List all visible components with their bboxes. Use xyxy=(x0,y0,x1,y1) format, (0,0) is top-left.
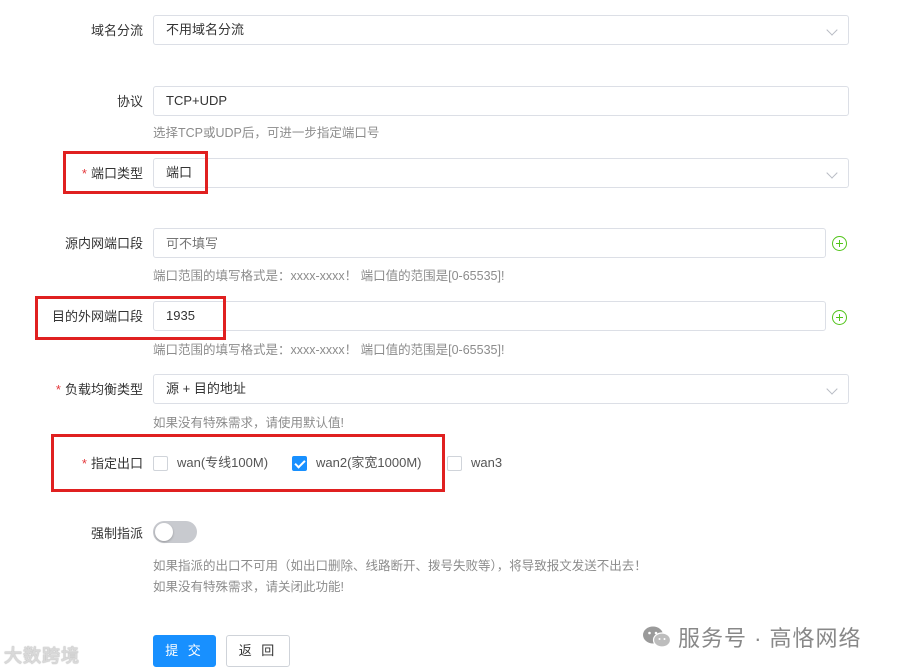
outlet-checkbox-wan3[interactable] xyxy=(447,456,462,471)
domain-split-label: 域名分流 xyxy=(90,23,143,38)
force-hint-1: 如果指派的出口不可用（如出口删除、线路断开、拨号失败等），将导致报文发送不出去！ xyxy=(153,559,647,573)
outlet-label-wan3: wan3 xyxy=(471,455,503,470)
lb-type-hint: 如果没有特殊需求，请使用默认值! xyxy=(153,416,344,430)
force-hint-2: 如果没有特殊需求，请关闭此功能! xyxy=(153,580,344,594)
watermark-right: 服务号 · 高恪网络 xyxy=(642,620,862,654)
highlight-box-dst-port xyxy=(35,296,226,340)
domain-split-select[interactable]: 不用域名分流 xyxy=(153,15,849,45)
add-circle-icon[interactable] xyxy=(832,236,847,251)
src-port-label: 源内网端口段 xyxy=(64,236,143,251)
force-toggle[interactable] xyxy=(153,521,197,543)
add-circle-icon[interactable] xyxy=(832,310,847,325)
chevron-down-icon xyxy=(826,383,838,395)
force-label: 强制指派 xyxy=(90,526,143,541)
highlight-box-outlet xyxy=(51,434,445,492)
protocol-hint: 选择TCP或UDP后，可进一步指定端口号 xyxy=(153,126,380,140)
submit-button[interactable]: 提 交 xyxy=(153,635,216,667)
watermark-left: 大数跨境 xyxy=(4,646,80,666)
watermark-right-text: 服务号 · 高恪网络 xyxy=(678,626,862,651)
dst-port-input[interactable]: 1935 xyxy=(153,301,826,331)
chevron-down-icon xyxy=(826,24,838,36)
required-mark: * xyxy=(55,382,61,397)
dst-port-hint: 端口范围的填写格式是：xxxx-xxxx！ 端口值的范围是[0-65535]! xyxy=(153,343,505,357)
lb-type-value: 源 + 目的地址 xyxy=(166,381,246,396)
chevron-down-icon xyxy=(826,167,838,179)
src-port-input[interactable] xyxy=(153,228,826,258)
lb-type-select[interactable]: 源 + 目的地址 xyxy=(153,374,849,404)
wechat-icon xyxy=(643,626,672,648)
domain-split-value: 不用域名分流 xyxy=(166,22,245,37)
protocol-label: 协议 xyxy=(116,94,143,109)
port-type-select[interactable]: 端口 xyxy=(153,158,849,188)
src-port-hint: 端口范围的填写格式是：xxxx-xxxx！ 端口值的范围是[0-65535]! xyxy=(153,269,505,283)
lb-type-label: * 负载均衡类型 xyxy=(55,382,143,397)
back-button[interactable]: 返 回 xyxy=(226,635,290,667)
protocol-field[interactable]: TCP+UDP xyxy=(153,86,849,116)
toggle-knob xyxy=(155,523,173,541)
protocol-value: TCP+UDP xyxy=(166,93,228,108)
highlight-box-port-type xyxy=(63,151,208,194)
